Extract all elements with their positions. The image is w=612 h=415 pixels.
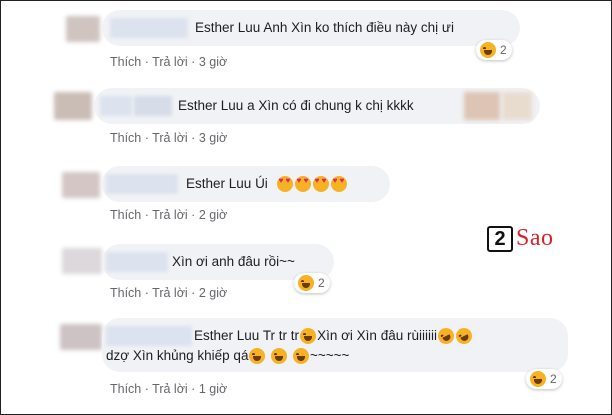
blurred-name — [110, 18, 188, 38]
comment-body: Úi — [255, 176, 268, 191]
comment-text: Xìn ơi anh đâu rồi~~ — [172, 254, 295, 269]
avatar[interactable] — [66, 16, 100, 42]
comment-actions: Thích · Trả lời · 2 giờ — [110, 208, 227, 222]
separator: · — [144, 55, 149, 69]
comment-text: Esther Luu Tr tr tr Xìn ơi Xìn đâu rùiiii… — [194, 325, 475, 348]
comment-actions: Thích · Trả lời · 3 giờ — [110, 131, 227, 145]
reaction-count: 2 — [550, 372, 557, 386]
blurred-sticker — [502, 92, 532, 120]
comment-text: Esther Luu Anh Xìn ko thích điều này chị… — [195, 20, 454, 35]
reply-link[interactable]: Trả lời — [152, 131, 188, 145]
reply-link[interactable]: Trả lời — [152, 286, 188, 300]
like-link[interactable]: Thích — [110, 382, 141, 396]
reaction-badge[interactable]: 2 — [294, 273, 330, 293]
grinning-sweat-emoji-icon — [300, 328, 317, 345]
separator: · — [191, 382, 196, 396]
separator: · — [144, 208, 149, 222]
timestamp[interactable]: 2 giờ — [199, 208, 227, 222]
comment-text-line2: dzợ Xìn khủng khiếp qá ~~~~~ — [106, 348, 350, 365]
grinning-sweat-emoji-icon — [249, 348, 266, 365]
separator: · — [191, 208, 196, 222]
blurred-name — [106, 326, 192, 346]
comment-body: Xìn ơi anh đâu rồi~~ — [172, 254, 295, 269]
blurred-name — [106, 174, 178, 194]
comment-actions: Thích · Trả lời · 2 giờ — [110, 286, 227, 300]
haha-reaction-icon — [480, 42, 496, 58]
blurred-name — [134, 96, 172, 116]
avatar[interactable] — [62, 248, 102, 274]
heart-eyes-emoji-icon — [330, 176, 347, 193]
reply-link[interactable]: Trả lời — [152, 55, 188, 69]
commenter-name[interactable]: Esther Luu — [195, 20, 260, 35]
commenter-name[interactable]: Esther Luu — [178, 98, 243, 113]
like-link[interactable]: Thích — [110, 131, 141, 145]
grinning-sweat-emoji-icon — [271, 348, 288, 365]
comment-actions: Thích · Trả lời · 3 giờ — [110, 55, 227, 69]
avatar[interactable] — [54, 92, 92, 120]
comment-body: a Xìn có đi chung k chị kkkk — [247, 98, 414, 113]
like-link[interactable]: Thích — [110, 286, 141, 300]
logo-number: 2 — [487, 225, 513, 252]
comment-bubble: Esther Luu a Xìn có đi chung k chị kkkk — [94, 88, 540, 124]
reaction-badge[interactable]: 2 — [476, 40, 512, 60]
reaction-count: 2 — [500, 43, 507, 57]
separator: · — [144, 131, 149, 145]
comment-bubble: Esther Luu Anh Xìn ko thích điều này chị… — [102, 10, 520, 46]
rofl-emoji-icon — [435, 325, 457, 348]
comment-body: Anh Xìn ko thích điều này chị ưi — [263, 20, 454, 35]
logo-word: Sao — [516, 225, 554, 251]
comment-text: Esther Luu Úi — [186, 176, 348, 193]
separator: · — [144, 286, 149, 300]
avatar[interactable] — [62, 172, 100, 198]
avatar[interactable] — [60, 324, 102, 350]
comment-bubble: Esther Luu Úi — [102, 166, 390, 202]
comment-body: Tr tr tr — [262, 328, 300, 343]
reaction-badge[interactable]: 2 — [526, 369, 562, 389]
commenter-name[interactable]: Esther Luu — [194, 328, 259, 343]
reaction-count: 2 — [318, 276, 325, 290]
heart-eyes-emoji-icon — [276, 176, 293, 193]
comment-text: Esther Luu a Xìn có đi chung k chị kkkk — [178, 98, 414, 113]
timestamp[interactable]: 1 giờ — [199, 382, 227, 396]
comment-body-part: Xìn ơi Xìn đâu rùiiiiii — [317, 328, 437, 343]
comment-body-part: ~~~~~ — [309, 348, 350, 363]
reply-link[interactable]: Trả lời — [152, 208, 188, 222]
separator: · — [191, 55, 196, 69]
haha-reaction-icon — [530, 371, 546, 387]
like-link[interactable]: Thích — [110, 208, 141, 222]
blurred-sticker — [464, 92, 500, 120]
timestamp[interactable]: 3 giờ — [199, 131, 227, 145]
reply-link[interactable]: Trả lời — [152, 382, 188, 396]
blurred-name — [106, 252, 168, 272]
timestamp[interactable]: 3 giờ — [199, 55, 227, 69]
timestamp[interactable]: 2 giờ — [199, 286, 227, 300]
separator: · — [191, 131, 196, 145]
commenter-name[interactable]: Esther Luu — [186, 176, 251, 191]
separator: · — [191, 286, 196, 300]
heart-eyes-emoji-icon — [312, 176, 329, 193]
grinning-sweat-emoji-icon — [292, 348, 309, 365]
heart-eyes-emoji-icon — [294, 176, 311, 193]
comment-actions: Thích · Trả lời · 1 giờ — [110, 382, 227, 396]
haha-reaction-icon — [298, 275, 314, 291]
watermark-logo: 2 Sao — [487, 225, 554, 252]
comment-body-part: dzợ Xìn khủng khiếp qá — [106, 348, 249, 363]
separator: · — [144, 382, 149, 396]
like-link[interactable]: Thích — [110, 55, 141, 69]
blurred-name — [100, 96, 132, 116]
rofl-emoji-icon — [453, 325, 475, 348]
comment-bubble: Esther Luu Tr tr tr Xìn ơi Xìn đâu rùiiii… — [102, 318, 568, 372]
